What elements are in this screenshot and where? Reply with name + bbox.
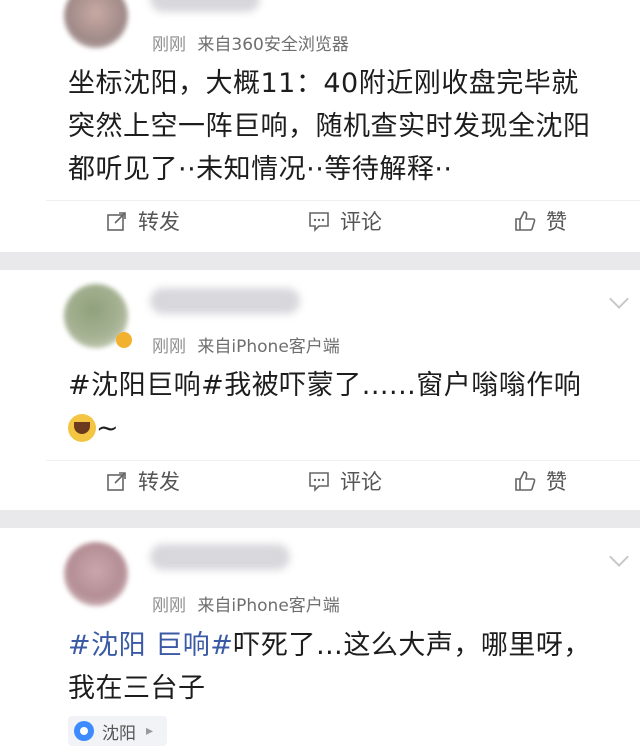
post-text-suffix: ~ [96, 413, 120, 444]
post-meta: 刚刚 来自360安全浏览器 [152, 30, 349, 55]
verified-badge-icon [116, 332, 132, 348]
chevron-down-icon[interactable] [609, 547, 629, 567]
comment-label: 评论 [340, 210, 382, 234]
post-source: 来自iPhone客户端 [197, 596, 340, 616]
repost-icon [107, 212, 126, 231]
post-text-line: 都听见了··未知情况··等待解释·· [68, 154, 453, 185]
like-label: 赞 [546, 210, 567, 234]
laughing-crying-emoji-icon [68, 414, 96, 442]
chevron-right-icon: ▸ [146, 723, 154, 739]
post-time: 刚刚 [152, 596, 186, 616]
post-text: #沈阳巨响#我被吓蒙了......窗户嗡嗡作响 ~ [68, 364, 610, 450]
post-2: 刚刚 来自iPhone客户端 #沈阳巨响#我被吓蒙了......窗户嗡嗡作响 ~… [0, 270, 640, 510]
post-1: 刚刚 来自360安全浏览器 坐标沈阳，大概11：40附近刚收盘完毕就 突然上空一… [0, 0, 640, 252]
avatar[interactable] [64, 0, 128, 48]
location-pin-icon [74, 721, 94, 741]
comment-icon [309, 472, 329, 492]
comment-icon [309, 212, 329, 232]
topic-link[interactable]: #沈阳 巨响# [68, 630, 233, 661]
location-label: 沈阳 [102, 723, 136, 744]
like-button[interactable]: 赞 [514, 201, 567, 241]
post-text-line: ~ [68, 407, 610, 450]
repost-label: 转发 [138, 210, 180, 234]
comment-button[interactable]: 评论 [308, 201, 382, 241]
chevron-down-icon[interactable] [609, 289, 629, 309]
post-text-line: #沈阳巨响#我被吓蒙了......窗户嗡嗡作响 [68, 370, 582, 401]
post-time: 刚刚 [152, 337, 186, 357]
username-blurred[interactable] [150, 0, 260, 12]
post-text: #沈阳 巨响#吓死了…这么大声，哪里呀， 我在三台子 [68, 624, 610, 710]
post-text-line: 我在三台子 [68, 673, 206, 704]
post-separator [0, 510, 640, 528]
post-text: 坐标沈阳，大概11：40附近刚收盘完毕就 突然上空一阵巨响，随机查实时发现全沈阳… [68, 62, 610, 191]
action-bar: 转发 评论 赞 [46, 460, 640, 501]
comment-button[interactable]: 评论 [308, 461, 382, 501]
action-bar: 转发 评论 赞 [46, 200, 640, 241]
like-button[interactable]: 赞 [514, 461, 567, 501]
post-meta: 刚刚 来自iPhone客户端 [152, 591, 340, 616]
repost-icon [107, 472, 126, 491]
username-blurred[interactable] [150, 544, 290, 570]
post-3: 刚刚 来自iPhone客户端 #沈阳 巨响#吓死了…这么大声，哪里呀， 我在三台… [0, 528, 640, 746]
comment-label: 评论 [340, 470, 382, 494]
thumbs-up-icon [515, 471, 536, 491]
location-tag[interactable]: 沈阳 ▸ [68, 716, 168, 746]
post-text-line: #沈阳 巨响#吓死了…这么大声，哪里呀， [68, 624, 610, 667]
repost-button[interactable]: 转发 [106, 201, 180, 241]
post-separator [0, 252, 640, 270]
post-text-line: 坐标沈阳，大概11：40附近刚收盘完毕就 [68, 68, 579, 99]
avatar[interactable] [64, 542, 128, 606]
post-text-fragment: 吓死了…这么大声，哪里呀， [233, 630, 591, 661]
thumbs-up-icon [515, 211, 536, 231]
repost-label: 转发 [138, 470, 180, 494]
post-text-line: 突然上空一阵巨响，随机查实时发现全沈阳 [68, 111, 591, 142]
post-meta: 刚刚 来自iPhone客户端 [152, 332, 340, 357]
post-time: 刚刚 [152, 35, 186, 55]
repost-button[interactable]: 转发 [106, 461, 180, 501]
post-source: 来自360安全浏览器 [197, 35, 349, 55]
post-source: 来自iPhone客户端 [197, 337, 340, 357]
username-blurred[interactable] [150, 288, 300, 314]
like-label: 赞 [546, 470, 567, 494]
